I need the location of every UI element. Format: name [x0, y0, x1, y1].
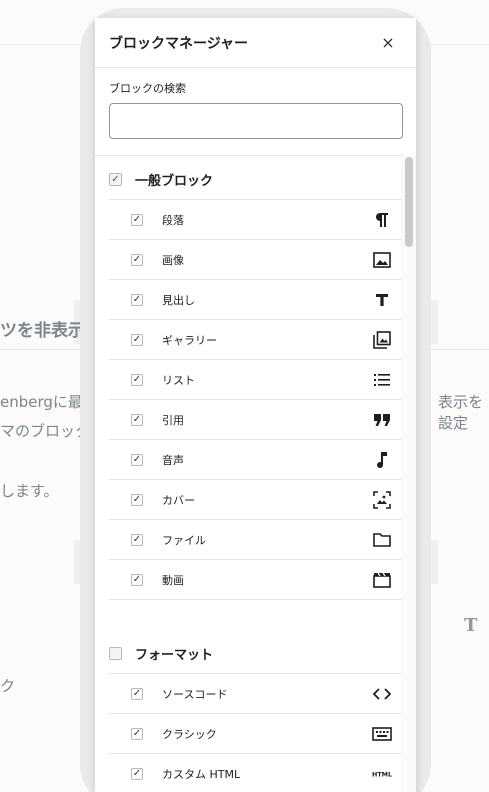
- block-row[interactable]: ✓ 音声: [109, 439, 402, 479]
- heading-icon: T: [464, 615, 478, 636]
- cover-icon: [372, 490, 392, 510]
- bg-text: ク: [0, 677, 16, 695]
- search-area: ブロックの検索: [95, 68, 416, 156]
- block-label: ソースコード: [162, 687, 228, 701]
- quote-icon: [372, 410, 392, 430]
- block-label: 画像: [162, 253, 184, 267]
- category-checkbox[interactable]: [109, 646, 122, 660]
- block-label: 引用: [162, 413, 184, 427]
- category-title: 一般ブロック: [135, 173, 214, 189]
- block-checkbox[interactable]: ✓: [131, 493, 143, 506]
- bg-text: します。: [0, 482, 59, 500]
- block-row[interactable]: ✓ クラシック: [109, 713, 402, 753]
- category-header[interactable]: ✓ 一般ブロック: [95, 159, 388, 199]
- block-label: 段落: [162, 213, 184, 227]
- block-row[interactable]: ✓ 段落: [109, 199, 402, 239]
- search-label: ブロックの検索: [109, 82, 186, 95]
- file-icon: [372, 530, 392, 550]
- scrollbar-track[interactable]: [401, 155, 416, 792]
- block-manager-modal: ブロックマネージャー × ブロックの検索 ✓ 一般ブロック ✓ 段落 ✓ 画像: [95, 18, 416, 792]
- svg-text:HTML: HTML: [372, 772, 392, 779]
- block-label: ファイル: [162, 533, 206, 547]
- block-row[interactable]: ✓ ソースコード: [109, 673, 402, 713]
- modal-title: ブロックマネージャー: [109, 35, 249, 52]
- paragraph-icon: [372, 210, 392, 230]
- category-checkbox[interactable]: ✓: [109, 172, 122, 186]
- scrollbar-thumb[interactable]: [405, 157, 413, 247]
- category-blocks: ✓ ソースコード ✓ クラシック ✓ カスタム HTML HTML: [109, 673, 402, 792]
- video-icon: [372, 570, 392, 590]
- block-row[interactable]: ✓ ファイル: [109, 519, 402, 559]
- block-row[interactable]: ✓ 画像: [109, 239, 402, 279]
- bg-text: 表示を設定: [438, 393, 484, 432]
- category-title: フォーマット: [135, 647, 214, 663]
- category-blocks: ✓ 段落 ✓ 画像 ✓ 見出し ✓ ギャラリー ✓ リスト ✓ 引用 ✓ 音声 …: [109, 199, 402, 600]
- block-label: カスタム HTML: [162, 767, 241, 781]
- audio-icon: [372, 450, 392, 470]
- block-label: リスト: [162, 373, 195, 387]
- block-checkbox[interactable]: ✓: [131, 453, 143, 466]
- block-checkbox[interactable]: ✓: [131, 573, 143, 586]
- block-label: 見出し: [162, 293, 195, 307]
- block-row[interactable]: ✓ リスト: [109, 359, 402, 399]
- search-input[interactable]: [109, 103, 403, 139]
- block-label: カバー: [162, 493, 195, 507]
- block-row[interactable]: ✓ 見出し: [109, 279, 402, 319]
- html-icon: HTML: [372, 764, 392, 784]
- heading-icon: [372, 290, 392, 310]
- gallery-icon: [372, 330, 392, 350]
- block-label: ギャラリー: [162, 333, 217, 347]
- block-checkbox[interactable]: ✓: [131, 293, 143, 306]
- block-checkbox[interactable]: ✓: [131, 727, 143, 740]
- block-checkbox[interactable]: ✓: [131, 687, 143, 700]
- close-icon[interactable]: ×: [376, 31, 400, 55]
- block-row[interactable]: ✓ 動画: [109, 559, 402, 599]
- block-checkbox[interactable]: ✓: [131, 333, 143, 346]
- bg-text: マのブロック: [0, 422, 91, 440]
- block-checkbox[interactable]: ✓: [131, 533, 143, 546]
- block-checkbox[interactable]: ✓: [131, 767, 143, 780]
- code-icon: [372, 684, 392, 704]
- block-row[interactable]: ✓ カスタム HTML HTML: [109, 753, 402, 792]
- block-checkbox[interactable]: ✓: [131, 413, 143, 426]
- block-row[interactable]: ✓ カバー: [109, 479, 402, 519]
- block-label: クラシック: [162, 727, 217, 741]
- image-icon: [372, 250, 392, 270]
- classic-icon: [372, 724, 392, 744]
- category-header[interactable]: フォーマット: [95, 633, 388, 673]
- block-checkbox[interactable]: ✓: [131, 253, 143, 266]
- list-icon: [372, 370, 392, 390]
- block-row[interactable]: ✓ 引用: [109, 399, 402, 439]
- modal-header: ブロックマネージャー ×: [95, 18, 416, 68]
- block-checkbox[interactable]: ✓: [131, 213, 143, 226]
- block-row[interactable]: ✓ ギャラリー: [109, 319, 402, 359]
- block-list[interactable]: ✓ 一般ブロック ✓ 段落 ✓ 画像 ✓ 見出し ✓ ギャラリー ✓ リスト ✓…: [95, 155, 416, 792]
- block-label: 動画: [162, 573, 184, 587]
- block-checkbox[interactable]: ✓: [131, 373, 143, 386]
- block-label: 音声: [162, 453, 184, 467]
